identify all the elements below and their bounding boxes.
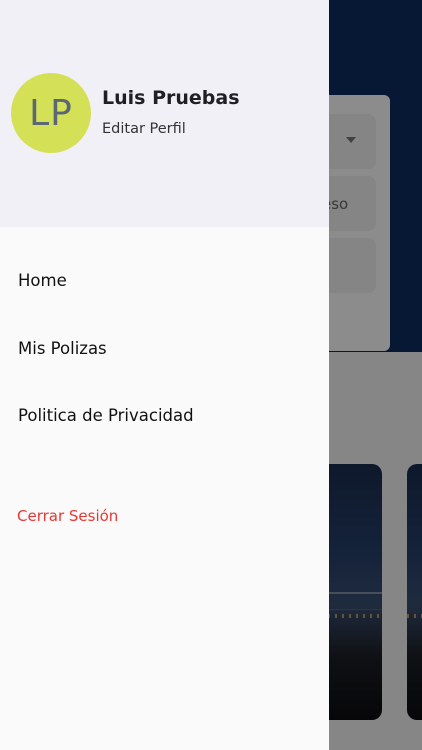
menu-item-mis-polizas[interactable]: Mis Polizas: [0, 323, 329, 373]
menu-item-label: Home: [18, 270, 67, 290]
logout-button[interactable]: Cerrar Sesión: [0, 496, 329, 536]
logout-label: Cerrar Sesión: [17, 507, 119, 525]
menu-item-label: Politica de Privacidad: [18, 405, 194, 425]
navigation-drawer: LP Luis Pruebas Editar Perfil Home Mis P…: [0, 0, 329, 750]
menu-item-privacy-policy[interactable]: Politica de Privacidad: [0, 390, 329, 440]
menu-item-home[interactable]: Home: [0, 255, 329, 305]
edit-profile-link[interactable]: Editar Perfil: [102, 121, 186, 137]
menu-item-label: Mis Polizas: [18, 338, 107, 358]
drawer-header: LP Luis Pruebas Editar Perfil: [0, 0, 329, 227]
user-name: Luis Pruebas: [102, 87, 240, 109]
avatar-initials: LP: [29, 92, 73, 134]
avatar[interactable]: LP: [11, 73, 91, 153]
